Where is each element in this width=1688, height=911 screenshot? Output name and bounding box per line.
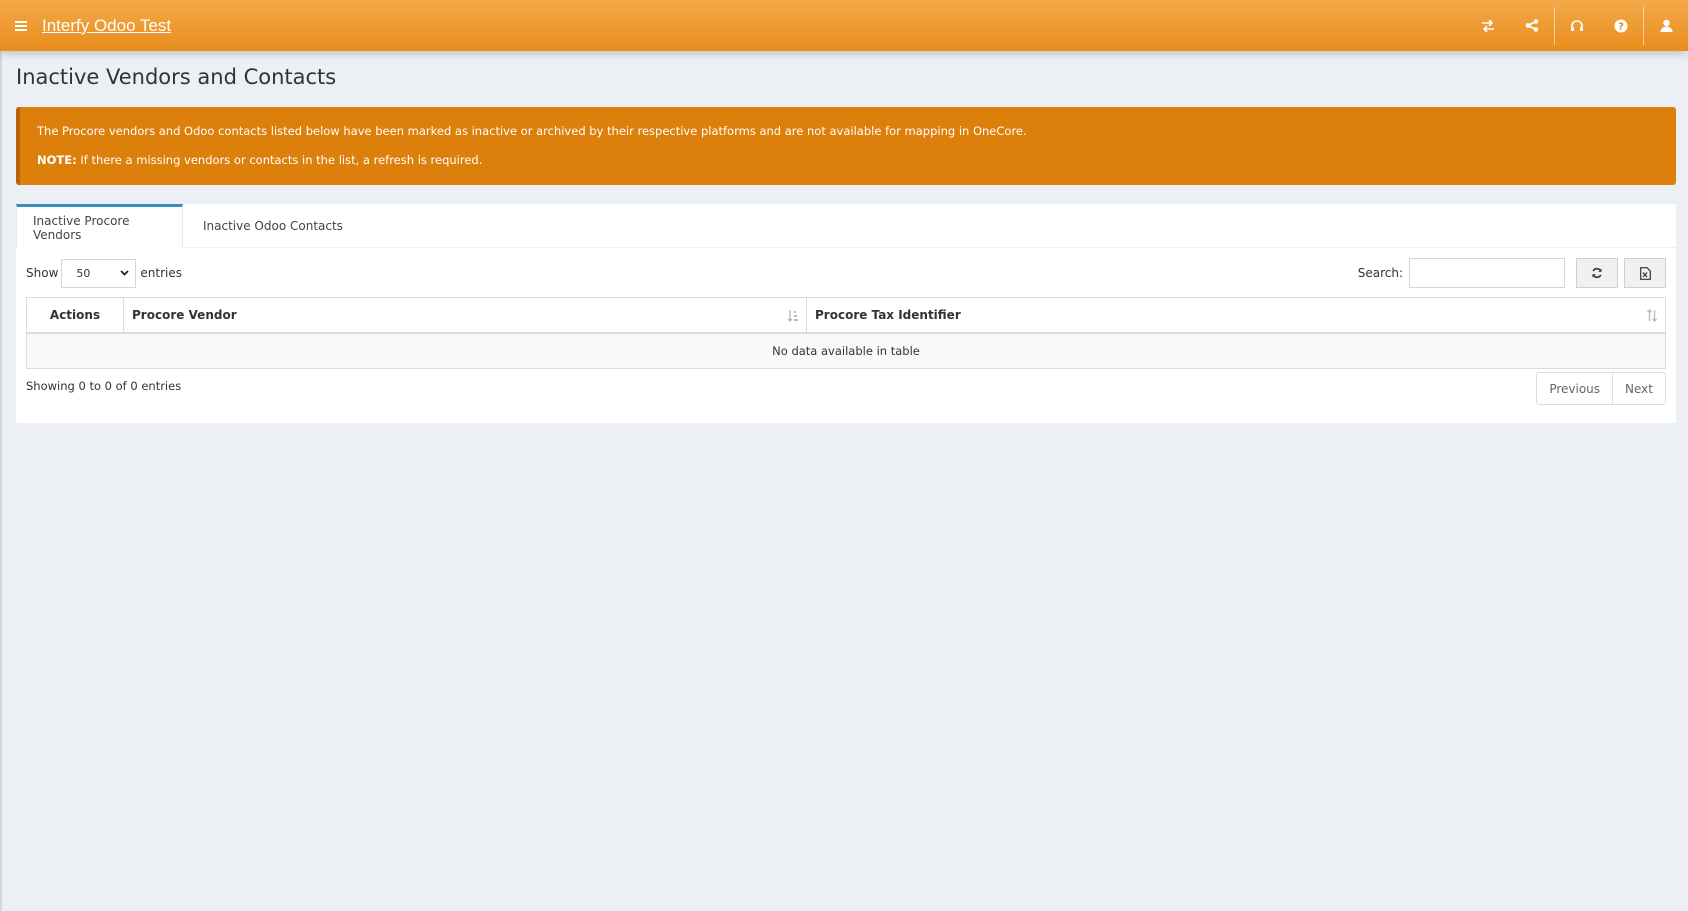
search-control: Search: (1358, 258, 1666, 288)
alert-note-text: If there a missing vendors or contacts i… (76, 153, 483, 167)
sort-ascending-icon (787, 310, 798, 322)
next-page-button[interactable]: Next (1612, 373, 1665, 404)
pagination: Previous Next (1536, 372, 1666, 405)
column-header-procore-tax-identifier[interactable]: Procore Tax Identifier (807, 298, 1665, 332)
sort-icon (1647, 309, 1657, 322)
column-header-actions: Actions (27, 298, 124, 332)
column-header-label: Actions (49, 308, 101, 322)
column-header-procore-vendor[interactable]: Procore Vendor (124, 298, 807, 332)
menu-icon[interactable] (0, 0, 42, 51)
info-alert: The Procore vendors and Odoo contacts li… (16, 107, 1676, 185)
alert-message: The Procore vendors and Odoo contacts li… (37, 124, 1027, 138)
column-header-label: Procore Tax Identifier (815, 308, 961, 322)
page-size-control: Show 50 entries (26, 258, 182, 288)
page-title: Inactive Vendors and Contacts (16, 65, 337, 89)
svg-text:?: ? (1618, 21, 1624, 32)
share-icon[interactable] (1510, 0, 1554, 51)
alert-note: NOTE: If there a missing vendors or cont… (37, 153, 1676, 168)
user-icon[interactable] (1644, 0, 1688, 51)
page-size-select[interactable]: 50 (61, 258, 137, 288)
top-navbar: Interfy Odoo Test ? (0, 0, 1688, 51)
refresh-icon (1592, 267, 1602, 279)
headset-icon[interactable] (1555, 0, 1599, 51)
empty-table-row: No data available in table (27, 334, 1665, 368)
help-icon[interactable]: ? (1599, 0, 1643, 51)
tab-inactive-procore-vendors[interactable]: Inactive Procore Vendors (16, 204, 183, 248)
vendors-table: Actions Procore Vendor Procore Tax Ident… (26, 297, 1666, 369)
entries-label: entries (140, 266, 182, 280)
left-edge (0, 51, 2, 911)
table-info: Showing 0 to 0 of 0 entries (26, 379, 182, 393)
tab-bar: Inactive Procore Vendors Inactive Odoo C… (16, 204, 1676, 248)
transfer-icon[interactable] (1466, 0, 1510, 51)
search-label: Search: (1357, 266, 1403, 280)
excel-file-icon (1639, 266, 1651, 280)
column-header-label: Procore Vendor (132, 308, 237, 322)
app-title-link[interactable]: Interfy Odoo Test (42, 16, 171, 36)
previous-page-button[interactable]: Previous (1537, 373, 1612, 404)
show-label: Show (26, 266, 59, 280)
refresh-button[interactable] (1576, 258, 1618, 288)
export-excel-button[interactable] (1624, 258, 1666, 288)
tab-inactive-odoo-contacts[interactable]: Inactive Odoo Contacts (183, 204, 359, 248)
topbar-actions: ? (1466, 0, 1688, 51)
table-controls: Show 50 entries Search: (26, 258, 1666, 290)
chevron-down-icon (120, 270, 130, 276)
content-box: Inactive Procore Vendors Inactive Odoo C… (16, 204, 1676, 423)
alert-note-label: NOTE: (37, 153, 77, 167)
table-header: Actions Procore Vendor Procore Tax Ident… (27, 298, 1665, 334)
search-input[interactable] (1409, 258, 1565, 288)
page-size-value: 50 (76, 266, 91, 280)
